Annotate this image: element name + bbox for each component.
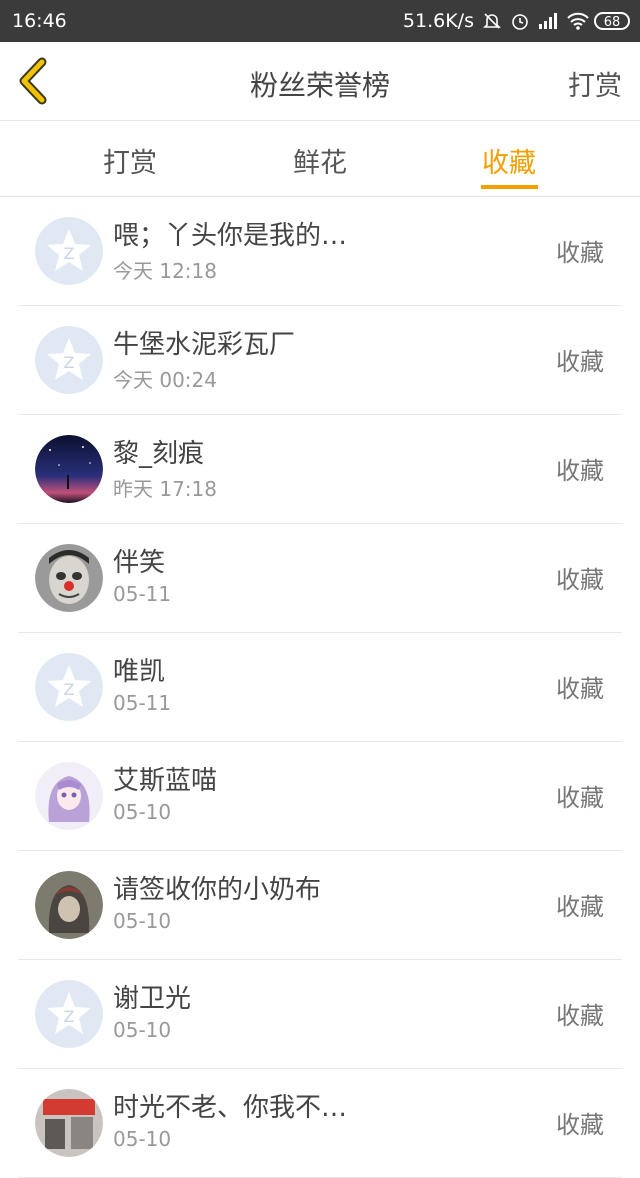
list-item[interactable]: 时光不老、你我不… 05-10 收藏 bbox=[18, 1069, 622, 1178]
fan-action: 收藏 bbox=[556, 457, 604, 485]
status-icons: 51.6K/s 68 bbox=[403, 10, 630, 32]
default-star-avatar: Z bbox=[35, 980, 103, 1048]
fan-action: 收藏 bbox=[556, 1111, 604, 1139]
tab-flowers[interactable]: 鲜花 bbox=[292, 141, 348, 180]
list-item[interactable]: 伴笑 05-11 收藏 bbox=[18, 524, 622, 633]
fan-time: 05-10 bbox=[113, 800, 172, 824]
tab-favorites[interactable]: 收藏 bbox=[481, 141, 537, 180]
fan-time: 05-10 bbox=[113, 1127, 172, 1151]
reward-button[interactable]: 打赏 bbox=[568, 64, 622, 103]
anime-girl-avatar bbox=[35, 762, 103, 830]
fan-time: 05-11 bbox=[113, 691, 172, 715]
list-item[interactable]: Z 喂；丫头你是我的… 今天 12:18 收藏 bbox=[18, 197, 622, 306]
bell-off-icon bbox=[482, 11, 502, 31]
fan-action: 收藏 bbox=[556, 1002, 604, 1030]
fan-time: 今天 12:18 bbox=[113, 259, 217, 283]
fan-action: 收藏 bbox=[556, 675, 604, 703]
default-star-avatar: Z bbox=[35, 653, 103, 721]
list-item[interactable]: Z 唯凯 05-11 收藏 bbox=[18, 633, 622, 742]
default-star-avatar: Z bbox=[35, 217, 103, 285]
fan-name: 牛堡水泥彩瓦厂 bbox=[113, 330, 296, 360]
svg-text:Z: Z bbox=[64, 1007, 75, 1026]
svg-text:Z: Z bbox=[64, 680, 75, 699]
fan-action: 收藏 bbox=[556, 784, 604, 812]
street-photo-avatar bbox=[35, 1089, 103, 1157]
fan-action: 收藏 bbox=[556, 893, 604, 921]
alarm-icon bbox=[510, 11, 530, 31]
fan-name: 伴笑 bbox=[113, 548, 166, 578]
title-bar: 粉丝荣誉榜 打赏 bbox=[0, 42, 640, 121]
fan-list: Z 喂；丫头你是我的… 今天 12:18 收藏 Z 牛堡水泥彩瓦厂 今天 00:… bbox=[0, 197, 640, 1178]
svg-text:Z: Z bbox=[64, 244, 75, 263]
list-item[interactable]: Z 谢卫光 05-10 收藏 bbox=[18, 960, 622, 1069]
tab-active-indicator bbox=[481, 185, 538, 189]
fan-time: 05-10 bbox=[113, 909, 172, 933]
fan-name: 艾斯蓝喵 bbox=[113, 766, 218, 796]
list-item[interactable]: 黎_刻痕 昨天 17:18 收藏 bbox=[18, 415, 622, 524]
list-item[interactable]: Z 牛堡水泥彩瓦厂 今天 00:24 收藏 bbox=[18, 306, 622, 415]
network-speed: 51.6K/s bbox=[402, 10, 474, 32]
fan-time: 05-10 bbox=[113, 1018, 172, 1042]
status-time: 16:46 bbox=[12, 10, 67, 32]
fan-time: 昨天 17:18 bbox=[113, 477, 217, 501]
svg-text:Z: Z bbox=[64, 353, 75, 372]
wifi-icon bbox=[566, 11, 589, 31]
battery-icon: 68 bbox=[594, 12, 630, 30]
fan-name: 喂；丫头你是我的… bbox=[113, 221, 348, 251]
fan-name: 请签收你的小奶布 bbox=[113, 875, 322, 905]
fan-action: 收藏 bbox=[556, 566, 604, 594]
signal-icon bbox=[538, 11, 558, 31]
fan-time: 05-11 bbox=[113, 582, 172, 606]
hooded-person-avatar bbox=[35, 871, 103, 939]
night-sky-avatar bbox=[35, 435, 103, 503]
list-item[interactable]: 艾斯蓝喵 05-10 收藏 bbox=[18, 742, 622, 851]
page-title: 粉丝荣誉榜 bbox=[249, 69, 390, 102]
fan-name: 唯凯 bbox=[113, 657, 166, 687]
list-item[interactable]: 请签收你的小奶布 05-10 收藏 bbox=[18, 851, 622, 960]
tab-reward[interactable]: 打赏 bbox=[102, 141, 158, 180]
default-star-avatar: Z bbox=[35, 326, 103, 394]
fan-name: 时光不老、你我不… bbox=[113, 1093, 348, 1123]
fan-action: 收藏 bbox=[556, 348, 604, 376]
clown-face-avatar bbox=[35, 544, 103, 612]
fan-name: 谢卫光 bbox=[113, 984, 192, 1014]
tab-bar: 打赏 鲜花 收藏 bbox=[0, 121, 640, 197]
status-bar: 16:46 51.6K/s 68 bbox=[0, 0, 640, 42]
fan-time: 今天 00:24 bbox=[113, 368, 217, 392]
fan-name: 黎_刻痕 bbox=[113, 439, 205, 469]
fan-action: 收藏 bbox=[556, 239, 604, 267]
